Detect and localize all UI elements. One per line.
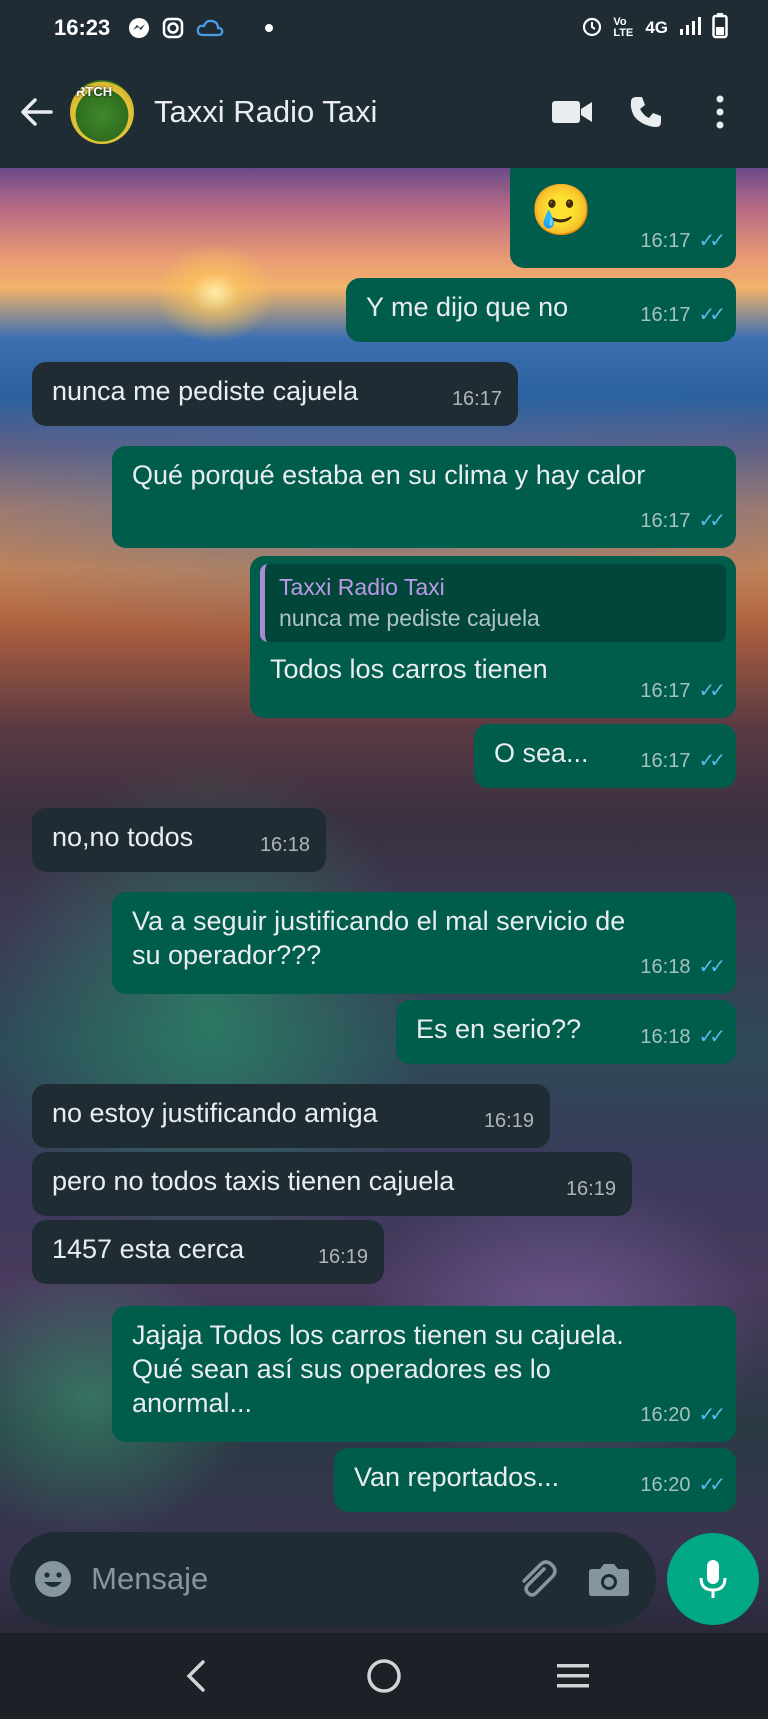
message-text: Es en serio?? [416, 1014, 582, 1044]
message-text: O sea... [494, 738, 589, 768]
read-receipt-icon: ✓✓ [698, 680, 725, 702]
message-time: 16:20 [640, 1404, 691, 1426]
message-input[interactable] [91, 1561, 491, 1597]
message-text: Todos los carros tienen [270, 654, 548, 684]
chat-header: RTCH Taxxi Radio Taxi [0, 56, 768, 168]
emoji-icon[interactable] [30, 1556, 75, 1602]
contact-avatar[interactable]: RTCH [70, 80, 134, 144]
read-receipt-icon: ✓✓ [698, 510, 725, 532]
message-text: no,no todos [52, 822, 194, 852]
quoted-text: nunca me pediste cajuela [279, 605, 540, 631]
dot-icon [264, 23, 274, 33]
read-receipt-icon: ✓✓ [698, 1026, 725, 1048]
message-time: 16:17 [640, 230, 691, 252]
status-bar: 16:23 Vo LTE 4G [0, 0, 768, 56]
contact-name[interactable]: Taxxi Radio Taxi [154, 94, 528, 130]
instagram-icon [162, 17, 184, 39]
message-bubble[interactable]: O sea... 16:17 ✓✓ [474, 724, 736, 788]
nav-recents-icon[interactable] [538, 1646, 608, 1706]
message-time: 16:18 [640, 1026, 691, 1048]
message-bubble[interactable]: 1457 esta cerca 16:19 [32, 1220, 384, 1284]
message-bubble[interactable]: pero no todos taxis tienen cajuela 16:19 [32, 1152, 632, 1216]
message-bubble[interactable]: Y me dijo que no 16:17 ✓✓ [346, 278, 736, 342]
read-receipt-icon: ✓✓ [698, 1474, 725, 1496]
message-bubble[interactable]: nunca me pediste cajuela 16:17 [32, 362, 518, 426]
attach-icon[interactable] [508, 1551, 563, 1607]
message-text: pero no todos taxis tienen cajuela [52, 1166, 455, 1196]
message-bubble[interactable]: no estoy justificando amiga 16:19 [32, 1084, 550, 1148]
message-bubble[interactable]: Taxxi Radio Taxi nunca me pediste cajuel… [250, 556, 736, 718]
message-bubble[interactable]: Qué porqué estaba en su clima y hay calo… [112, 446, 736, 548]
message-time: 16:19 [317, 1246, 368, 1268]
message-text: Y me dijo que no [366, 292, 569, 322]
message-time: 16:18 [640, 956, 691, 978]
battery-icon [712, 12, 728, 44]
message-text: Qué porqué estaba en su clima y hay calo… [132, 460, 646, 490]
message-text: Va a seguir justificando el mal servicio… [132, 906, 626, 970]
voice-call-icon[interactable] [616, 82, 676, 142]
message-bubble[interactable]: 🥲 16:17 ✓✓ [510, 168, 736, 268]
message-bubble[interactable]: Jajaja Todos los carros tienen su cajuel… [112, 1306, 736, 1442]
nav-back-icon[interactable] [160, 1646, 230, 1706]
message-text: nunca me pediste cajuela [52, 376, 359, 406]
read-receipt-icon: ✓✓ [698, 304, 725, 326]
quoted-sender: Taxxi Radio Taxi [279, 574, 445, 600]
system-navigation-bar [0, 1633, 768, 1719]
message-text: Van reportados... [354, 1462, 560, 1492]
message-text: Jajaja Todos los carros tienen su cajuel… [132, 1320, 624, 1418]
message-time: 16:17 [451, 388, 502, 410]
message-time: 16:17 [640, 750, 691, 772]
status-time: 16:23 [54, 15, 111, 40]
nav-home-icon[interactable] [349, 1646, 419, 1706]
avatar-logo-text: RTCH [76, 84, 113, 99]
messenger-icon [128, 17, 150, 39]
message-text: 1457 esta cerca [52, 1234, 245, 1264]
alarm-icon [581, 15, 603, 42]
microphone-icon [699, 1560, 727, 1598]
video-call-icon[interactable] [542, 82, 602, 142]
microphone-button[interactable] [667, 1533, 759, 1625]
message-bubble[interactable]: Van reportados... 16:20 ✓✓ [334, 1448, 736, 1512]
message-time: 16:17 [640, 680, 691, 702]
message-text: 🥲 [530, 182, 593, 238]
cloud-icon [196, 18, 224, 38]
chat-area[interactable]: 🥲 16:17 ✓✓ Y me dijo que no 16:17 ✓✓ nunca… [0, 168, 768, 1633]
message-time: 16:17 [640, 510, 691, 532]
message-time: 16:19 [565, 1178, 616, 1200]
quoted-message[interactable]: Taxxi Radio Taxi nunca me pediste cajuel… [260, 564, 726, 642]
message-bubble[interactable]: Va a seguir justificando el mal servicio… [112, 892, 736, 994]
more-options-icon[interactable] [690, 82, 750, 142]
read-receipt-icon: ✓✓ [698, 230, 725, 252]
back-arrow-icon[interactable] [18, 94, 54, 130]
message-bubble[interactable]: Es en serio?? 16:18 ✓✓ [396, 1000, 736, 1064]
message-composer [10, 1532, 656, 1626]
read-receipt-icon: ✓✓ [698, 956, 725, 978]
message-time: 16:20 [640, 1474, 691, 1496]
message-time: 16:17 [640, 304, 691, 326]
signal-icon [678, 16, 702, 41]
read-receipt-icon: ✓✓ [698, 750, 725, 772]
message-time: 16:19 [483, 1110, 534, 1132]
message-time: 16:18 [259, 834, 310, 856]
message-text: no estoy justificando amiga [52, 1098, 378, 1128]
read-receipt-icon: ✓✓ [698, 1404, 725, 1426]
network-label: 4G [645, 18, 668, 37]
message-bubble[interactable]: no,no todos 16:18 [32, 808, 326, 872]
volte-icon: Vo LTE [613, 16, 634, 39]
camera-icon[interactable] [581, 1551, 636, 1607]
